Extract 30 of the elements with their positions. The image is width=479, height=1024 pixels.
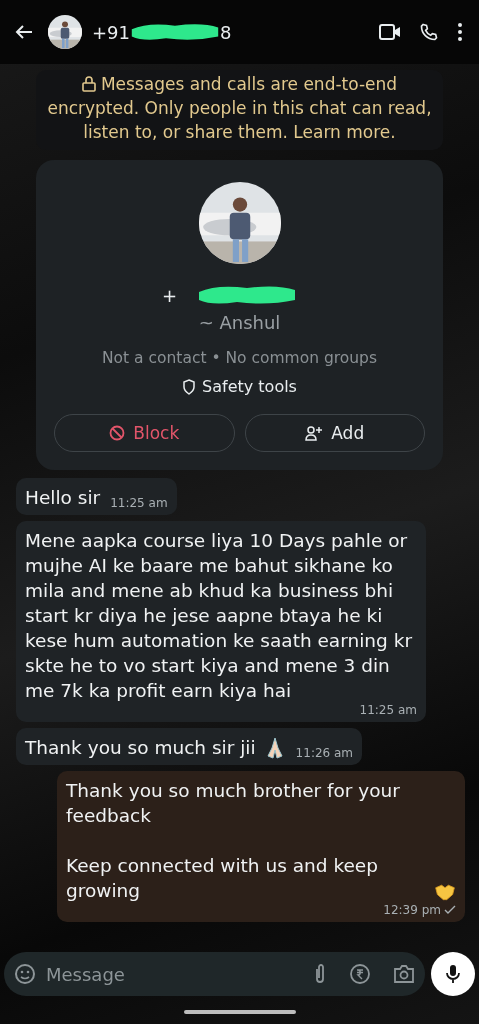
message-text: Mene aapka course liya 10 Days pahle or mujhe AI ke baare me bahut sikhane ko mila and mene ab khud ka business bhi start kr diya he jese aapne btaya he ki kese hum automation ke saath earning kr skte he to vo start kiya and mene 3 din me 7k ka profit earn kiya hai xyxy=(25,529,414,703)
contact-name: ~ Anshul xyxy=(198,312,281,333)
video-camera-icon xyxy=(379,23,401,41)
sticker-icon xyxy=(14,963,36,985)
message-time: 11:25 am xyxy=(110,496,168,510)
phone-number: + xyxy=(161,284,178,306)
message-text: Hello sir xyxy=(25,486,101,510)
phone-number: +91 xyxy=(92,21,130,43)
message-time: 11:25 am xyxy=(359,703,417,717)
message-time: 11:26 am xyxy=(295,746,354,760)
block-icon xyxy=(109,425,126,441)
rupee-icon[interactable] xyxy=(349,963,371,985)
lock-icon xyxy=(81,76,96,92)
phone-number: 8 xyxy=(220,21,232,43)
microphone-button[interactable] xyxy=(431,952,475,996)
message-bar[interactable]: Message xyxy=(4,952,425,996)
paperclip-icon[interactable] xyxy=(313,963,327,985)
message-text: Thank you so much brother for your feedback Keep connected with us and keep growing xyxy=(66,779,401,903)
encryption-notice[interactable]: Messages and calls are end-to-end encrypted. Only people in this chat can read, listen to, or share them. Learn more. xyxy=(36,70,443,150)
message-time: 12:39 pm xyxy=(383,903,441,917)
phone-icon xyxy=(419,22,439,42)
message-field[interactable]: Message xyxy=(44,962,305,986)
add-person-icon xyxy=(305,425,324,441)
camera-icon[interactable] xyxy=(393,964,415,984)
microphone-icon xyxy=(446,964,460,984)
message-text: Thank you so much sir jii xyxy=(25,736,256,760)
safety-tools-button[interactable]: Safety tools xyxy=(180,375,299,398)
shield-icon xyxy=(182,378,197,395)
more-options-icon xyxy=(457,22,463,42)
contact-info: Not a contact • No common groups xyxy=(101,349,377,367)
